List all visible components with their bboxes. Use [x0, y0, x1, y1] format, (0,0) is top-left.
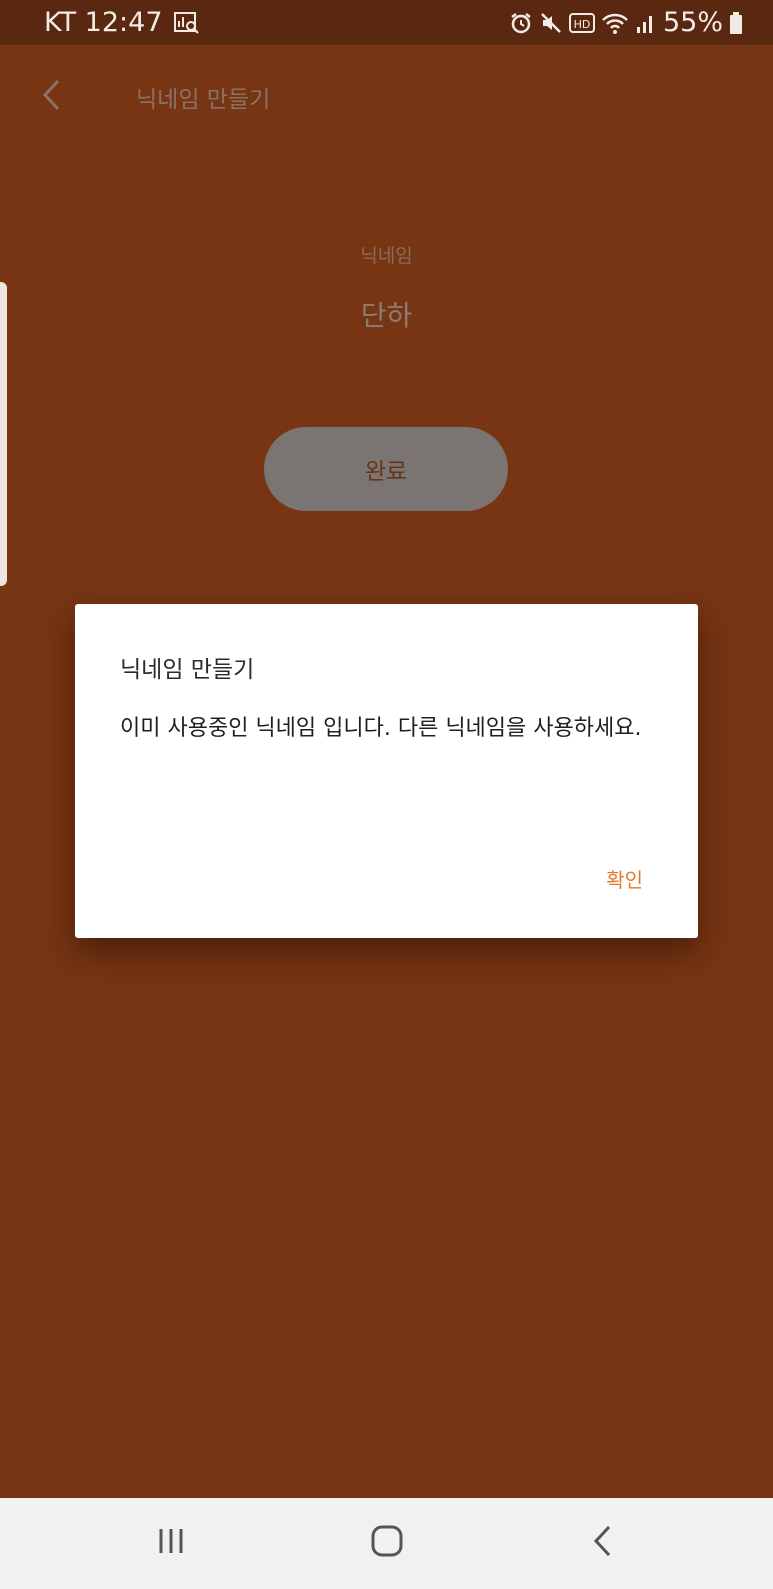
confirm-button[interactable]: 확인 [606, 864, 643, 893]
back-button[interactable] [30, 75, 74, 119]
search-chart-icon [173, 11, 201, 35]
home-button[interactable] [357, 1518, 417, 1568]
recent-apps-button[interactable] [141, 1518, 201, 1568]
svg-text:HD: HD [574, 18, 591, 31]
alarm-icon [509, 11, 533, 35]
dialog-message: 이미 사용중인 닉네임 입니다. 다른 닉네임을 사용하세요. [120, 716, 642, 741]
back-arrow-icon [40, 78, 64, 116]
nickname-value[interactable]: 단하 [0, 294, 773, 334]
wifi-icon [601, 11, 629, 35]
status-right: HD 55% [509, 7, 743, 38]
carrier-time: KT 12:47 [44, 7, 163, 38]
status-bar: KT 12:47 HD 55% [0, 0, 773, 45]
status-left: KT 12:47 [44, 7, 201, 38]
nav-back-button[interactable] [573, 1518, 633, 1568]
mute-icon [539, 11, 563, 35]
done-button[interactable]: 완료 [264, 427, 508, 511]
back-icon [591, 1524, 615, 1562]
alert-dialog: 닉네임 만들기 이미 사용중인 닉네임 입니다. 다른 닉네임을 사용하세요. … [75, 604, 698, 938]
dialog-title: 닉네임 만들기 [120, 657, 255, 683]
nickname-label: 닉네임 [360, 245, 413, 267]
system-nav-bar [0, 1498, 773, 1589]
battery-icon [729, 11, 743, 35]
page-title: 닉네임 만들기 [136, 87, 271, 113]
home-icon [370, 1524, 404, 1562]
hd-icon: HD [568, 12, 595, 34]
signal-icon [635, 11, 657, 35]
recent-apps-icon [156, 1526, 186, 1560]
battery-text: 55% [662, 7, 723, 38]
app-bar: 닉네임 만들기 [0, 45, 773, 149]
